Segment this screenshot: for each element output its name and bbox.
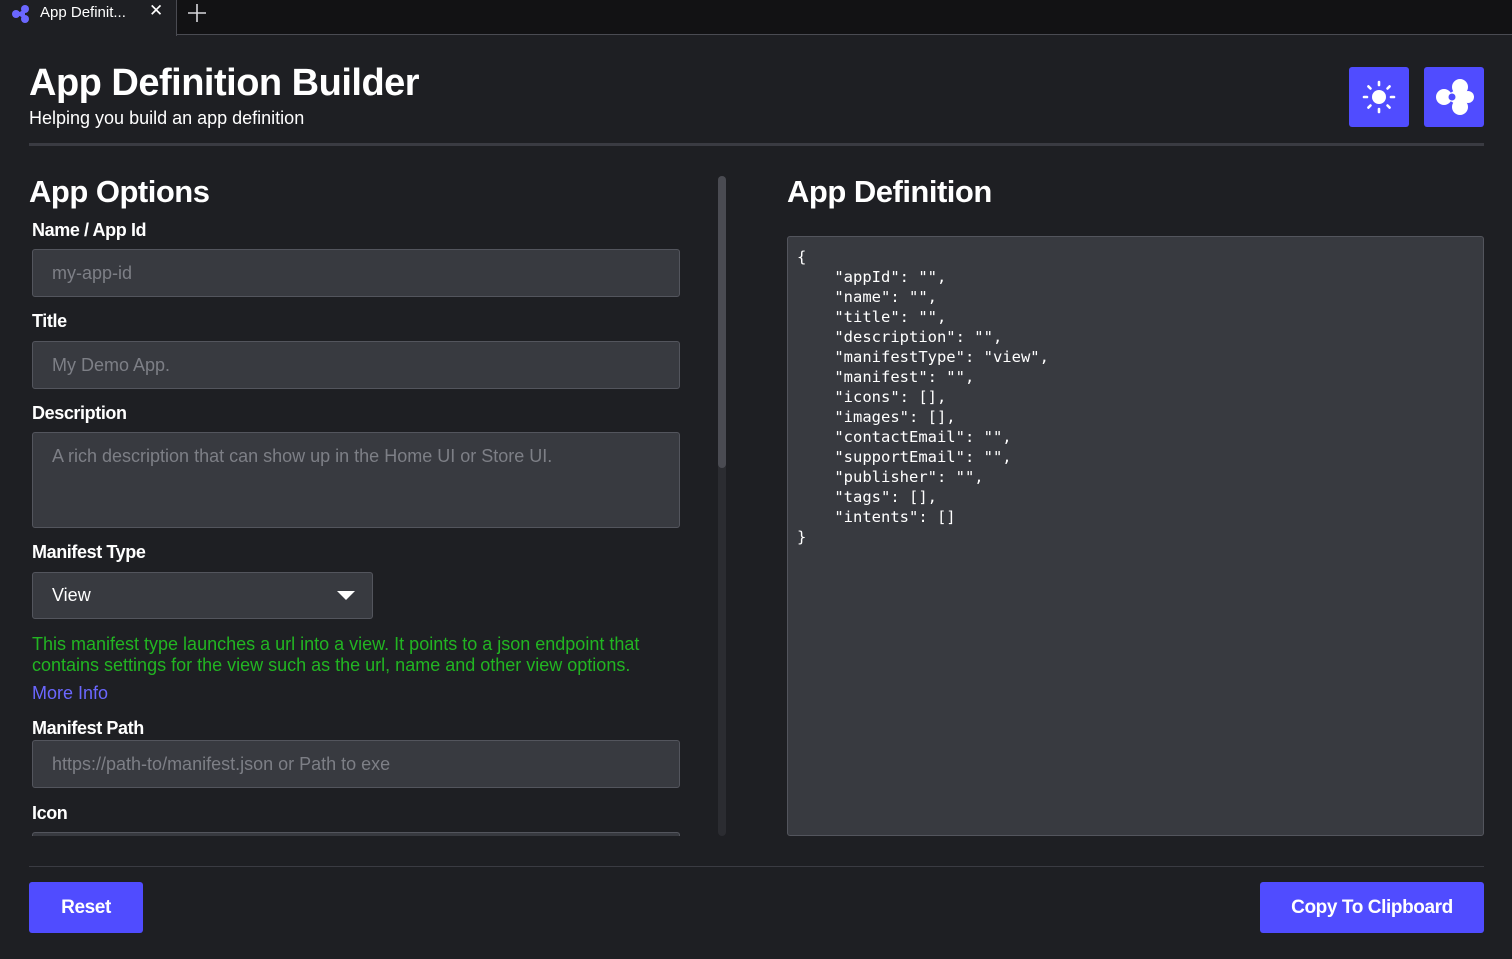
description-label: Description bbox=[32, 403, 127, 423]
manifest-type-value: View bbox=[52, 585, 91, 605]
manifest-path-input[interactable] bbox=[32, 740, 680, 788]
plus-icon[interactable] bbox=[185, 0, 209, 26]
footer-divider bbox=[29, 866, 1484, 867]
app-definition-json[interactable]: { "appId": "", "name": "", "title": "", … bbox=[787, 236, 1484, 836]
sun-icon bbox=[1362, 80, 1396, 114]
options-scrollbar-thumb[interactable] bbox=[718, 176, 726, 468]
icon-input[interactable] bbox=[32, 832, 680, 836]
page-title: App Definition Builder bbox=[29, 62, 420, 104]
app-definition-title: App Definition bbox=[787, 174, 992, 209]
app-options-title: App Options bbox=[29, 174, 210, 209]
more-info-link[interactable]: More Info bbox=[32, 683, 108, 704]
title-label: Title bbox=[32, 311, 67, 331]
copy-to-clipboard-button[interactable]: Copy To Clipboard bbox=[1260, 882, 1484, 933]
name-input[interactable] bbox=[32, 249, 680, 297]
chevron-down-icon bbox=[337, 591, 355, 600]
tab-title: App Definit... bbox=[40, 4, 126, 21]
icon-label: Icon bbox=[32, 803, 68, 823]
tab-strip: App Definit... ✕ bbox=[0, 0, 1512, 36]
manifest-type-select[interactable]: View bbox=[32, 572, 373, 619]
app-logo-icon bbox=[12, 5, 29, 23]
app-definition-json-text: { "appId": "", "name": "", "title": "", … bbox=[797, 248, 1049, 546]
manifest-path-label: Manifest Path bbox=[32, 718, 144, 738]
title-input[interactable] bbox=[32, 341, 680, 389]
reset-button[interactable]: Reset bbox=[29, 882, 143, 933]
name-label: Name / App Id bbox=[32, 220, 147, 240]
app-logo-button[interactable] bbox=[1424, 67, 1484, 127]
app-logo-icon bbox=[1436, 79, 1474, 115]
page-subtitle: Helping you build an app definition bbox=[29, 108, 305, 128]
description-textarea[interactable] bbox=[32, 432, 680, 528]
manifest-type-help-text: This manifest type launches a url into a… bbox=[32, 634, 640, 675]
manifest-type-label: Manifest Type bbox=[32, 542, 146, 562]
browser-tab[interactable]: App Definit... ✕ bbox=[0, 0, 177, 36]
theme-toggle-button[interactable] bbox=[1349, 67, 1409, 127]
close-icon[interactable]: ✕ bbox=[149, 1, 165, 21]
header-divider bbox=[29, 143, 1484, 146]
